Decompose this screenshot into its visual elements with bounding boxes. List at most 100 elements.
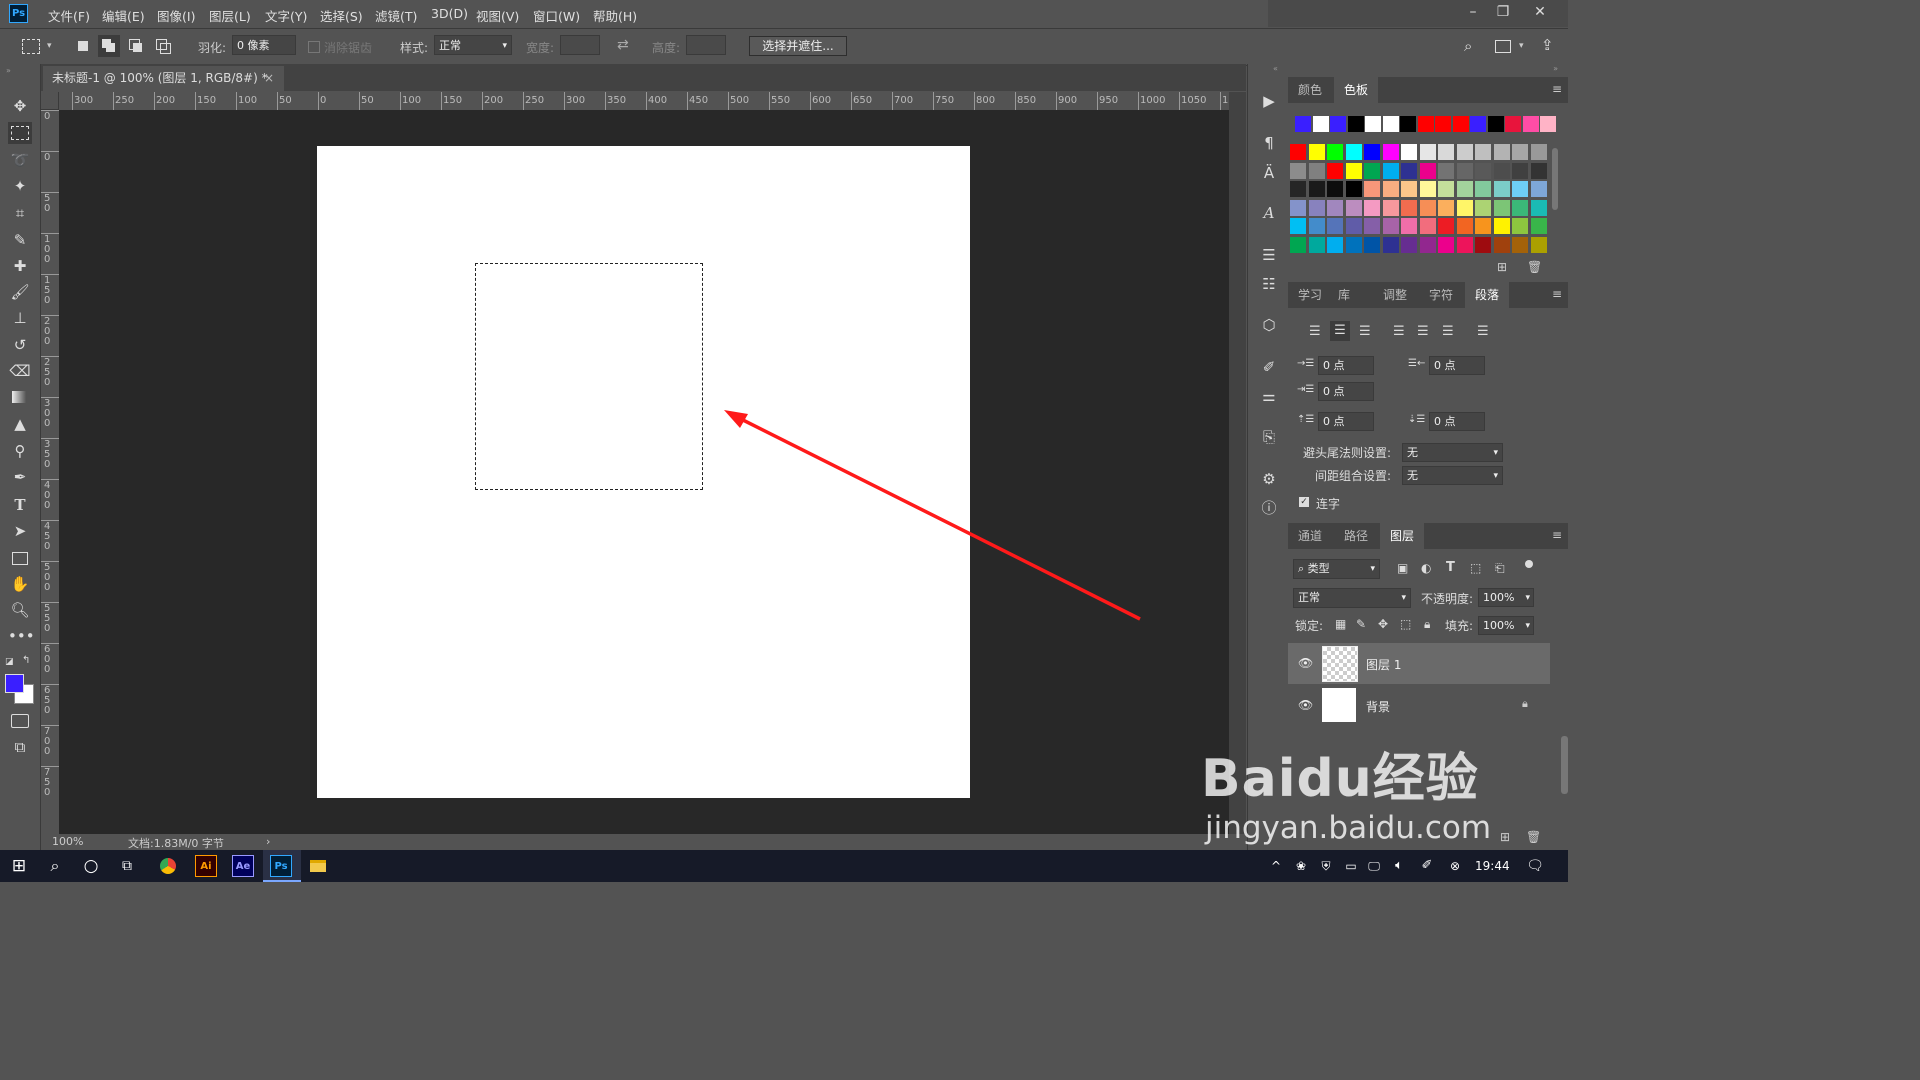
action-center-icon[interactable]: 🗨︎ bbox=[1524, 855, 1546, 877]
panel-menu-icon[interactable]: ≡ bbox=[1552, 82, 1562, 96]
layer-name[interactable]: 背景 bbox=[1366, 698, 1390, 715]
properties-icon[interactable]: ☰ bbox=[1258, 244, 1280, 266]
color-swatch[interactable] bbox=[1382, 199, 1399, 216]
color-swatch[interactable] bbox=[1512, 199, 1528, 216]
fill-input[interactable]: 100% ▾ bbox=[1478, 616, 1534, 635]
layer-filter-select[interactable]: ⌕ 类型 ▾ bbox=[1293, 559, 1380, 579]
color-swatch[interactable] bbox=[1308, 162, 1325, 179]
color-swatch[interactable] bbox=[1364, 162, 1380, 179]
justify-last-right-icon[interactable]: ☰ bbox=[1442, 324, 1454, 339]
justify-last-left-icon[interactable]: ☰ bbox=[1393, 324, 1405, 339]
battery-icon[interactable]: ▭ bbox=[1340, 855, 1362, 877]
color-swatch[interactable] bbox=[1327, 236, 1343, 253]
color-swatch[interactable] bbox=[1401, 218, 1417, 234]
color-swatch[interactable] bbox=[1401, 144, 1417, 160]
filter-smart-object-icon[interactable]: ⎗ bbox=[1495, 561, 1505, 576]
adjustments-icon[interactable]: ⚌ bbox=[1258, 385, 1280, 407]
layer-name[interactable]: 图层 1 bbox=[1366, 656, 1401, 673]
layers-scrollbar[interactable] bbox=[1561, 736, 1568, 794]
illustrator-icon[interactable]: Ai bbox=[195, 855, 217, 877]
recent-swatch[interactable] bbox=[1522, 116, 1539, 132]
color-swatch[interactable] bbox=[1419, 181, 1436, 197]
color-swatch[interactable] bbox=[1364, 199, 1380, 216]
tab-channels[interactable]: 通道 bbox=[1288, 523, 1332, 549]
swatches-scrollbar[interactable] bbox=[1552, 148, 1558, 210]
color-swatch[interactable] bbox=[1290, 218, 1306, 234]
color-swatch[interactable] bbox=[1419, 144, 1436, 160]
chevron-right-icon[interactable]: › bbox=[266, 835, 270, 848]
color-swatch[interactable] bbox=[1456, 236, 1473, 253]
recent-swatch[interactable] bbox=[1435, 116, 1451, 132]
recent-swatch[interactable] bbox=[1330, 116, 1346, 132]
tab-learn[interactable]: 学习 bbox=[1288, 282, 1332, 308]
color-swatch[interactable] bbox=[1475, 199, 1491, 216]
recent-swatch[interactable] bbox=[1505, 116, 1521, 132]
color-swatch[interactable] bbox=[1456, 181, 1473, 197]
recent-swatch[interactable] bbox=[1295, 116, 1311, 132]
notifications-off-icon[interactable]: ⊗ bbox=[1444, 855, 1466, 877]
color-swatch[interactable] bbox=[1419, 218, 1436, 234]
network-icon[interactable]: 🖵 bbox=[1363, 855, 1385, 877]
clock[interactable]: 19:44 bbox=[1475, 859, 1510, 873]
color-swatch[interactable] bbox=[1456, 162, 1473, 179]
color-swatch[interactable] bbox=[1327, 218, 1343, 234]
color-swatch[interactable] bbox=[1364, 144, 1380, 160]
color-swatch[interactable] bbox=[1456, 218, 1473, 234]
recent-swatch[interactable] bbox=[1312, 116, 1329, 132]
color-swatch[interactable] bbox=[1493, 199, 1510, 216]
indent-right-input[interactable]: 0 点 bbox=[1429, 356, 1485, 375]
color-swatch[interactable] bbox=[1512, 218, 1528, 234]
color-swatch[interactable] bbox=[1530, 162, 1547, 179]
color-swatch[interactable] bbox=[1401, 181, 1417, 197]
filter-adjustment-icon[interactable]: ◐ bbox=[1421, 561, 1431, 575]
color-swatch[interactable] bbox=[1364, 236, 1380, 253]
delete-swatch-icon[interactable]: 🗑 bbox=[1527, 260, 1542, 274]
filter-toggle-icon[interactable] bbox=[1525, 560, 1533, 568]
new-layer-icon[interactable]: ⊞ bbox=[1500, 830, 1510, 844]
color-swatch[interactable] bbox=[1308, 236, 1325, 253]
glyphs-icon[interactable]: A bbox=[1258, 202, 1280, 224]
recent-swatch[interactable] bbox=[1452, 116, 1469, 132]
color-swatch[interactable] bbox=[1475, 162, 1491, 179]
color-swatch[interactable] bbox=[1419, 162, 1436, 179]
layer-row-layer-1[interactable]: 👁︎ 图层 1 bbox=[1288, 643, 1550, 684]
color-swatch[interactable] bbox=[1308, 144, 1325, 160]
recent-swatch[interactable] bbox=[1470, 116, 1486, 132]
collapse-icon[interactable]: » bbox=[1553, 64, 1558, 73]
color-swatch[interactable] bbox=[1456, 199, 1473, 216]
character-styles-icon[interactable]: Ä bbox=[1258, 162, 1280, 184]
recent-swatch[interactable] bbox=[1487, 116, 1504, 132]
windows-start-icon[interactable]: ⊞ bbox=[8, 855, 30, 877]
blend-mode-select[interactable]: 正常 ▾ bbox=[1293, 588, 1411, 608]
color-swatch[interactable] bbox=[1493, 162, 1510, 179]
color-swatch[interactable] bbox=[1308, 181, 1325, 197]
color-swatch[interactable] bbox=[1345, 218, 1362, 234]
color-swatch[interactable] bbox=[1345, 181, 1362, 197]
filter-shape-icon[interactable]: ⬚ bbox=[1470, 561, 1481, 575]
color-swatch[interactable] bbox=[1512, 144, 1528, 160]
color-swatch[interactable] bbox=[1419, 199, 1436, 216]
color-swatch[interactable] bbox=[1327, 181, 1343, 197]
color-swatch[interactable] bbox=[1290, 236, 1306, 253]
color-swatch[interactable] bbox=[1475, 218, 1491, 234]
color-swatch[interactable] bbox=[1382, 144, 1399, 160]
color-swatch[interactable] bbox=[1401, 199, 1417, 216]
recent-swatch[interactable] bbox=[1347, 116, 1364, 132]
clone-source-icon[interactable]: ⎘ bbox=[1258, 426, 1280, 448]
align-left-icon[interactable]: ☰ bbox=[1309, 324, 1321, 339]
color-swatch[interactable] bbox=[1530, 218, 1547, 234]
color-swatch[interactable] bbox=[1438, 144, 1454, 160]
color-swatch[interactable] bbox=[1456, 144, 1473, 160]
file-explorer-icon[interactable] bbox=[307, 855, 329, 877]
brush-presets-icon[interactable]: ✐ bbox=[1258, 356, 1280, 378]
eye-icon[interactable]: 👁︎ bbox=[1298, 656, 1313, 670]
color-swatch[interactable] bbox=[1308, 199, 1325, 216]
color-swatch[interactable] bbox=[1327, 144, 1343, 160]
photoshop-taskbar-icon[interactable]: Ps bbox=[270, 855, 292, 877]
lock-position-icon[interactable]: ✥ bbox=[1378, 617, 1388, 631]
task-view-icon[interactable]: ⧉ bbox=[116, 855, 138, 877]
paragraph-icon[interactable]: ¶ bbox=[1258, 132, 1280, 154]
color-swatch[interactable] bbox=[1308, 218, 1325, 234]
layer-row-background[interactable]: 👁︎ 背景 🔒︎ bbox=[1288, 685, 1550, 726]
color-swatch[interactable] bbox=[1530, 236, 1547, 253]
